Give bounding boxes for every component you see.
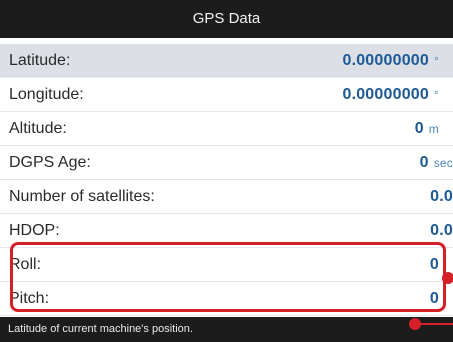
latitude-value: 0.00000000 ° xyxy=(342,52,439,69)
status-text: Latitude of current machine's position. xyxy=(8,323,193,335)
row-longitude[interactable]: Longitude: 0.00000000 ° xyxy=(0,78,453,112)
screen-title-bar: GPS Data xyxy=(0,0,453,38)
dgps-age-unit: sec xyxy=(433,156,453,170)
status-bar: Latitude of current machine's position. xyxy=(0,317,453,342)
dgps-age-value: 0 sec xyxy=(419,154,453,171)
row-altitude[interactable]: Altitude: 0m xyxy=(0,112,453,146)
longitude-unit: ° xyxy=(434,88,439,102)
altitude-unit: m xyxy=(428,122,439,136)
latitude-label: Latitude: xyxy=(9,52,71,69)
screen-title: GPS Data xyxy=(192,10,261,27)
altitude-label: Altitude: xyxy=(9,120,67,137)
row-dgps-age[interactable]: DGPS Age: 0 sec xyxy=(0,146,453,180)
dgps-age-label: DGPS Age: xyxy=(9,154,91,171)
satellites-value: 0.0 xyxy=(430,188,453,205)
satellites-label: Number of satellites: xyxy=(9,188,155,205)
status-callout-line xyxy=(418,323,453,325)
roll-pitch-callout-dot xyxy=(442,272,453,284)
altitude-value: 0m xyxy=(414,120,439,137)
longitude-label: Longitude: xyxy=(9,86,84,103)
status-callout-dot xyxy=(409,318,421,330)
roll-pitch-highlight-box xyxy=(10,242,446,312)
longitude-value: 0.00000000 ° xyxy=(342,86,439,103)
row-number-of-satellites[interactable]: Number of satellites: 0.0 xyxy=(0,180,453,214)
row-latitude[interactable]: Latitude: 0.00000000 ° xyxy=(0,44,453,78)
latitude-unit: ° xyxy=(434,54,439,68)
